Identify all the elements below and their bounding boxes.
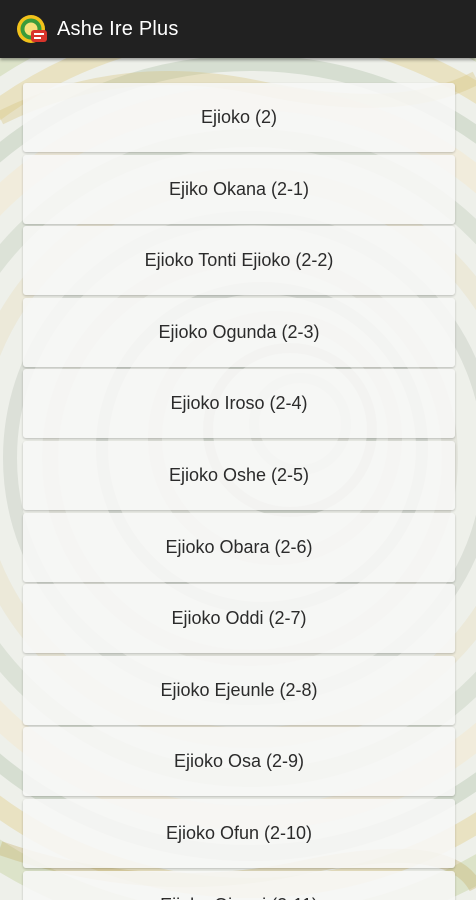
odu-list: Ejioko (2) Ejiko Okana (2-1) Ejioko Tonti … [23,83,455,900]
list-item-label: Ejioko (2) [200,107,278,127]
list-item[interactable]: Ejioko Obara (2-6) [23,512,455,582]
list-item-label: Ejioko Oddi (2-7) [171,608,307,629]
list-item-label: Ejioko Obara (2-6) [165,536,313,557]
list-item-label: Ejioko Ojuani (2-11) [160,895,318,900]
list-item[interactable]: Ejioko Iroso (2-4) [23,369,455,439]
list-item-label: Ejioko Oshe (2-5) [168,464,310,485]
list-item-label: Ejiko Okana (2-1) [168,178,310,199]
list-item-label: Ejioko Osa (2-9) [173,751,305,772]
list-item-label: Ejioko Ofun (2-10) [165,822,313,843]
list-item[interactable]: Ejioko Ejeunle (2-8) [23,655,455,725]
list-item[interactable]: Ejioko Ojuani (2-11) [23,870,455,900]
list-item-label: Ejioko Iroso (2-4) [170,393,308,414]
list-item-label: Ejioko Ejeunle (2-8) [160,679,318,700]
list-item[interactable]: Ejioko Ogunda (2-3) [23,297,455,367]
list-item[interactable]: Ejiko Okana (2-1) [23,154,455,224]
app-title: Ashe Ire Plus [57,17,179,40]
list-item[interactable]: Ejioko (2) [23,83,455,152]
ashe-ire-logo-icon [14,11,50,47]
list-item[interactable]: Ejioko Osa (2-9) [23,727,455,797]
app-titlebar: Ashe Ire Plus [0,0,476,58]
list-item[interactable]: Ejioko Oshe (2-5) [23,440,455,510]
list-item-label: Ejioko Ogunda (2-3) [158,321,320,342]
app-window: Ashe Ire Plus Ejioko (2) Ejiko Okana (2-1… [0,0,476,900]
list-item-label: Ejioko Tonti Ejioko (2-2) [144,250,334,271]
list-item[interactable]: Ejioko Tonti Ejioko (2-2) [23,226,455,296]
list-item[interactable]: Ejioko Oddi (2-7) [23,584,455,654]
list-item[interactable]: Ejioko Ofun (2-10) [23,798,455,868]
